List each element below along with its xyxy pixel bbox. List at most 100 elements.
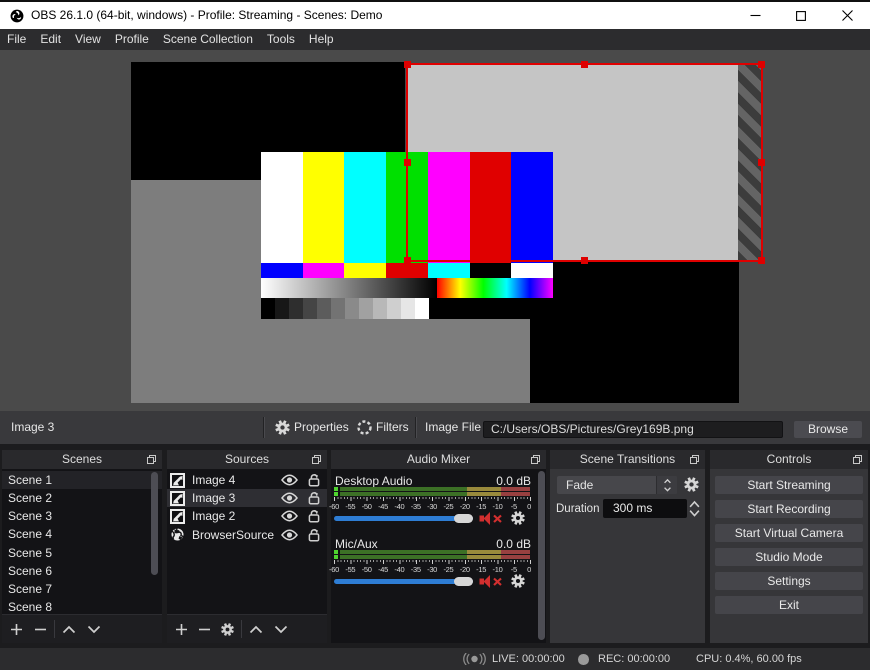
selection-handle-topleft[interactable] (403, 60, 411, 68)
scene-list-item[interactable]: Scene 6 (2, 562, 162, 580)
control-button[interactable]: Start Recording (715, 499, 863, 519)
menu-item[interactable]: View (68, 29, 108, 50)
source-name: Image 4 (192, 473, 236, 488)
source-properties-button[interactable] (219, 622, 235, 637)
move-source-down-button[interactable] (273, 625, 289, 634)
lock-icon[interactable] (308, 473, 320, 487)
transitions-dock-header[interactable]: Scene Transitions (550, 450, 705, 469)
status-bar: LIVE: 00:00:00 REC: 00:00:00 CPU: 0.4%, … (0, 648, 870, 670)
control-button[interactable]: Settings (715, 571, 863, 591)
selection-handle-midright[interactable] (757, 158, 765, 166)
test-pattern-bar (302, 152, 345, 263)
menu-item[interactable]: Help (302, 29, 341, 50)
properties-button[interactable]: Properties (294, 411, 349, 444)
mute-icon[interactable] (479, 511, 504, 526)
meter-level (334, 555, 338, 560)
control-button[interactable]: Start Virtual Camera (715, 523, 863, 543)
lock-icon[interactable] (308, 528, 320, 542)
source-list-item[interactable]: Image 3 (167, 489, 327, 508)
scene-list-item[interactable]: Scene 2 (2, 489, 162, 507)
channel-name: Mic/Aux (335, 537, 378, 552)
visibility-eye-icon[interactable] (281, 492, 298, 504)
transition-select[interactable]: Fade (557, 475, 677, 494)
sources-dock-body: Image 4 Image 3 Image 2 BrowserSource (167, 469, 327, 643)
selection-handle-bottomcenter[interactable] (580, 257, 588, 264)
selection-handle-bottomleft[interactable] (403, 257, 411, 264)
volume-slider-handle[interactable] (454, 513, 473, 523)
menu-item[interactable]: Profile (108, 29, 156, 50)
preview-area[interactable] (0, 50, 870, 411)
selection-handle-midleft[interactable] (403, 158, 411, 166)
browse-button[interactable]: Browse (794, 420, 862, 438)
source-list-item[interactable]: BrowserSource (167, 526, 327, 544)
selection-handle-topright[interactable] (757, 60, 765, 68)
minimize-button[interactable] (732, 2, 778, 29)
scene-list-item[interactable]: Scene 3 (2, 507, 162, 525)
control-button[interactable]: Start Streaming (715, 475, 863, 495)
add-source-button[interactable] (173, 623, 189, 636)
scene-list-item[interactable]: Scene 1 (2, 471, 162, 490)
live-time: LIVE: 00:00:00 (492, 653, 565, 665)
visibility-eye-icon[interactable] (281, 529, 298, 541)
menu-item[interactable]: File (0, 29, 33, 50)
channel-gear-icon[interactable] (510, 510, 526, 526)
meter-bar (334, 487, 530, 491)
close-button[interactable] (824, 2, 870, 29)
meter-scale-label: -25 (443, 564, 454, 574)
meter-ticks (334, 560, 531, 565)
mixer-scrollbar[interactable] (537, 471, 545, 640)
menu-item[interactable]: Tools (260, 29, 302, 50)
browser-source-icon (170, 527, 185, 542)
remove-source-button[interactable] (196, 623, 212, 636)
volume-slider-track[interactable] (334, 578, 473, 584)
channel-gear-icon[interactable] (510, 573, 526, 589)
lock-icon[interactable] (308, 509, 320, 523)
remove-scene-button[interactable] (32, 623, 48, 636)
control-button[interactable]: Studio Mode (715, 547, 863, 567)
add-scene-button[interactable] (8, 623, 24, 636)
selection-handle-topcenter[interactable] (580, 60, 588, 68)
source-list-item[interactable]: Image 2 (167, 507, 327, 525)
volume-slider-track[interactable] (334, 515, 473, 521)
scenes-toolbar (2, 614, 162, 643)
scenes-dock-header[interactable]: Scenes (2, 450, 162, 469)
visibility-eye-icon[interactable] (281, 510, 298, 522)
source-list-item[interactable]: Image 4 (167, 471, 327, 489)
meter-scale-label: -25 (443, 501, 454, 511)
lock-icon[interactable] (308, 491, 320, 505)
maximize-button[interactable] (778, 2, 824, 29)
audio-mixer-dock: Audio Mixer Desktop Audio 0.0 dB -60 -55-… (329, 450, 546, 643)
transition-gear-icon[interactable] (683, 476, 700, 493)
visibility-eye-icon[interactable] (281, 474, 298, 486)
scene-list-item[interactable]: Scene 8 (2, 598, 162, 614)
audio-mixer-dock-header[interactable]: Audio Mixer (331, 450, 546, 469)
meter-scale-label: -20 (459, 564, 470, 574)
menu-item[interactable]: Edit (33, 29, 68, 50)
mute-icon[interactable] (479, 574, 504, 589)
scene-list-item[interactable]: Scene 5 (2, 544, 162, 562)
menu-item[interactable]: Scene Collection (156, 29, 260, 50)
scenes-scrollbar[interactable] (151, 472, 158, 575)
move-source-up-button[interactable] (248, 625, 264, 634)
selection-box[interactable] (403, 60, 765, 264)
controls-dock-header[interactable]: Controls (710, 450, 868, 469)
live-broadcast-icon (463, 653, 486, 665)
image-source-icon (170, 472, 185, 488)
filters-button[interactable]: Filters (376, 411, 409, 444)
scene-list-item[interactable]: Scene 7 (2, 580, 162, 598)
meter-level (334, 550, 338, 555)
test-pattern-castellation (427, 262, 470, 278)
volume-slider-handle[interactable] (454, 576, 473, 586)
meter-scale-label: -55 (345, 564, 356, 574)
close-icon (841, 10, 853, 21)
image-file-input[interactable]: C:/Users/OBS/Pictures/Grey169B.png (483, 420, 783, 438)
control-button[interactable]: Exit (715, 595, 863, 615)
move-scene-up-button[interactable] (61, 625, 77, 634)
sources-dock-header[interactable]: Sources (167, 450, 327, 469)
duration-spinbox[interactable]: 300 ms (603, 498, 687, 518)
duration-spin-arrows[interactable] (688, 499, 701, 519)
selection-handle-bottomright[interactable] (757, 257, 765, 264)
move-scene-down-button[interactable] (86, 625, 102, 634)
scene-list-item[interactable]: Scene 4 (2, 525, 162, 543)
volume-meter (334, 487, 530, 496)
